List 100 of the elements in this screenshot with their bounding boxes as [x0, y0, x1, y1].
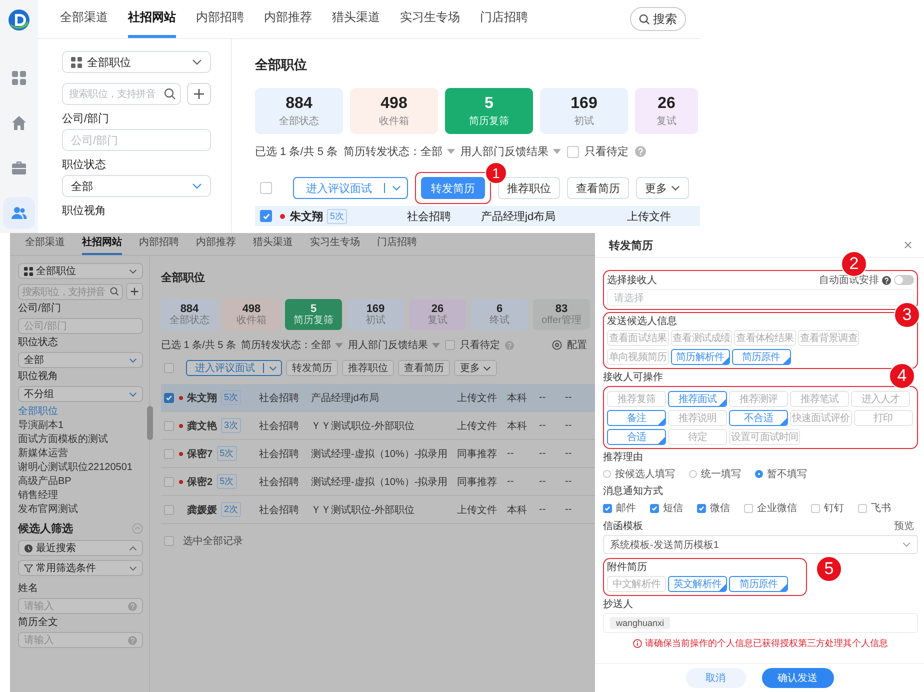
forward-status-filter[interactable]: 简历转发状态：全部 — [241, 338, 344, 352]
nav-tab[interactable]: 门店招聘 — [377, 233, 417, 255]
select-all-records-checkbox[interactable] — [164, 536, 174, 546]
row-checkbox[interactable] — [260, 210, 272, 222]
stat-card[interactable]: 26 复试 — [409, 299, 466, 330]
nav-tab[interactable]: 内部招聘 — [196, 0, 244, 38]
candidate-row[interactable]: 龚媛媛 2次 社会招聘 ＹＹ测试职位-外部职位 上传文件 本科 -- -- — [161, 496, 595, 524]
filter-select[interactable]: 常用筛选条件 — [18, 560, 143, 576]
candidate-name[interactable]: 朱文翔 — [187, 390, 217, 404]
nav-tab[interactable]: 全部渠道 — [25, 233, 65, 255]
position-list-item[interactable]: 发布官网测试 — [18, 503, 143, 517]
row-checkbox[interactable] — [164, 420, 174, 430]
position-list-item[interactable]: 谢明心测试职位22120501 — [18, 461, 143, 475]
footer-button[interactable]: 确认发送 — [762, 668, 834, 688]
select-all-checkbox[interactable] — [164, 363, 174, 373]
action-button[interactable]: 推荐职位 — [498, 177, 560, 199]
nav-tab[interactable]: 实习生专场 — [400, 0, 460, 38]
more-dropdown-button[interactable]: 更多 — [636, 177, 689, 199]
candidate-row[interactable]: 保密2 5次 社会招聘 测试经理-虚拟（10%）-拟录用 同事推荐 -- -- -- — [161, 468, 595, 496]
checkbox[interactable] — [744, 504, 753, 512]
candidate-row[interactable]: 朱文翔 5次 社会招聘 产品经理jd布局 上传文件 — [255, 206, 700, 226]
feedback-filter[interactable]: 用人部门反馈结果 — [460, 144, 561, 159]
table-cell-text: 社会招聘 — [407, 210, 452, 224]
action-button[interactable]: 转发简历 — [286, 360, 338, 376]
row-checkbox[interactable] — [164, 392, 174, 402]
nav-tab[interactable]: 社招网站 — [82, 233, 122, 255]
candidate-name[interactable]: 保密7 — [187, 446, 213, 460]
position-select[interactable]: 全部职位 — [18, 263, 143, 279]
checkbox[interactable] — [650, 504, 659, 512]
stat-card[interactable]: 83 offer管理 — [533, 299, 590, 330]
checkbox[interactable] — [811, 504, 820, 512]
view-select[interactable]: 不分组 — [18, 386, 143, 402]
home-icon — [11, 115, 27, 131]
forward-status-filter[interactable]: 简历转发状态：全部 — [344, 144, 455, 159]
status-select[interactable]: 全部 — [18, 352, 143, 368]
checkbox[interactable] — [603, 504, 612, 512]
candidate-row[interactable]: 龚文艳 3次 社会招聘 ＹＹ测试职位-外部职位 上传文件 本科 -- -- — [161, 412, 595, 440]
status-select[interactable]: 全部 — [62, 175, 211, 197]
action-button[interactable]: 查看简历 — [567, 177, 629, 199]
nav-tab[interactable]: 内部招聘 — [139, 233, 179, 255]
stat-card[interactable]: 26 复试 — [635, 88, 698, 134]
radio-button[interactable] — [689, 470, 697, 478]
action-button[interactable]: 查看简历 — [398, 360, 450, 376]
radio-button[interactable] — [755, 470, 763, 478]
candidate-row[interactable]: 保密7 5次 社会招聘 测试经理-虚拟（10%）-拟录用 同事推荐 -- -- -- — [161, 440, 595, 468]
row-checkbox[interactable] — [164, 504, 174, 514]
checkbox[interactable] — [858, 504, 867, 512]
preview-link[interactable]: 预览 — [894, 519, 918, 533]
nav-tab[interactable]: 内部推荐 — [196, 233, 236, 255]
stat-card[interactable]: 498 收件箱 — [223, 299, 280, 330]
select-all-checkbox[interactable] — [260, 182, 272, 194]
action-button[interactable]: 推荐职位 — [342, 360, 394, 376]
collapse-handle[interactable] — [147, 406, 153, 440]
row-checkbox[interactable] — [164, 476, 174, 486]
stat-card[interactable]: 169 初试 — [540, 88, 628, 134]
stat-card[interactable]: 498 收件箱 — [350, 88, 438, 134]
pending-checkbox[interactable] — [566, 146, 579, 158]
candidate-name[interactable]: 保密2 — [187, 474, 213, 488]
candidate-name[interactable]: 朱文翔 — [290, 208, 323, 224]
add-button-icon[interactable] — [187, 83, 211, 105]
position-list-item[interactable]: 面试方面模板的测试 — [18, 433, 143, 447]
candidate-row[interactable]: 朱文翔 5次 社会招聘 产品经理jd布局 上传文件 本科 -- -- — [161, 384, 595, 412]
nav-tab[interactable]: 全部渠道 — [60, 0, 108, 38]
candidate-name[interactable]: 龚媛媛 — [187, 502, 217, 516]
rail-button[interactable] — [3, 197, 35, 229]
template-select[interactable]: 系统模板-发送简历模板1 — [603, 535, 918, 554]
radio-button[interactable] — [603, 470, 611, 478]
pending-checkbox[interactable] — [445, 340, 456, 350]
auto-schedule-toggle[interactable] — [894, 275, 914, 285]
stat-card[interactable]: 6 终试 — [471, 299, 528, 330]
collapse-icon[interactable] — [132, 523, 143, 534]
feedback-filter[interactable]: 用人部门反馈结果 — [348, 338, 440, 352]
search-icon — [164, 88, 176, 100]
nav-tab[interactable]: 实习生专场 — [310, 233, 360, 255]
candidate-name[interactable]: 龚文艳 — [187, 418, 217, 432]
close-icon[interactable] — [904, 241, 912, 249]
checkbox[interactable] — [697, 504, 706, 512]
position-select[interactable]: 全部职位 — [62, 51, 211, 73]
table-cell-text: 上传文件 — [457, 392, 498, 404]
search-button[interactable]: 搜索 — [630, 7, 686, 31]
nav-tab[interactable]: 猎头渠道 — [332, 0, 380, 38]
row-checkbox[interactable] — [164, 448, 174, 458]
nav-tab[interactable]: 社招网站 — [128, 0, 176, 38]
position-list-item[interactable]: 高级产品BP — [18, 475, 143, 489]
position-list-item[interactable]: 新媒体运营 — [18, 447, 143, 461]
nav-tab[interactable]: 猎头渠道 — [253, 233, 293, 255]
add-button-icon[interactable] — [126, 283, 143, 300]
stat-card[interactable]: 884 全部状态 — [161, 299, 218, 330]
nav-tab[interactable]: 内部推荐 — [264, 0, 312, 38]
position-list-item[interactable]: 导演副本1 — [18, 419, 143, 433]
stat-card[interactable]: 884 全部状态 — [255, 88, 343, 134]
more-dropdown-button[interactable]: 更多 — [454, 360, 497, 376]
settings-icon[interactable] — [552, 340, 562, 350]
filter-select[interactable]: 最近搜索 — [18, 540, 143, 556]
stat-card[interactable]: 5 简历复筛 — [285, 299, 342, 330]
cc-field[interactable]: wanghuanxi — [603, 613, 918, 633]
nav-tab[interactable]: 门店招聘 — [480, 0, 528, 38]
stat-card[interactable]: 169 初试 — [347, 299, 404, 330]
position-list-item[interactable]: 销售经理 — [18, 489, 143, 503]
config-link[interactable]: 配置 — [567, 338, 587, 352]
